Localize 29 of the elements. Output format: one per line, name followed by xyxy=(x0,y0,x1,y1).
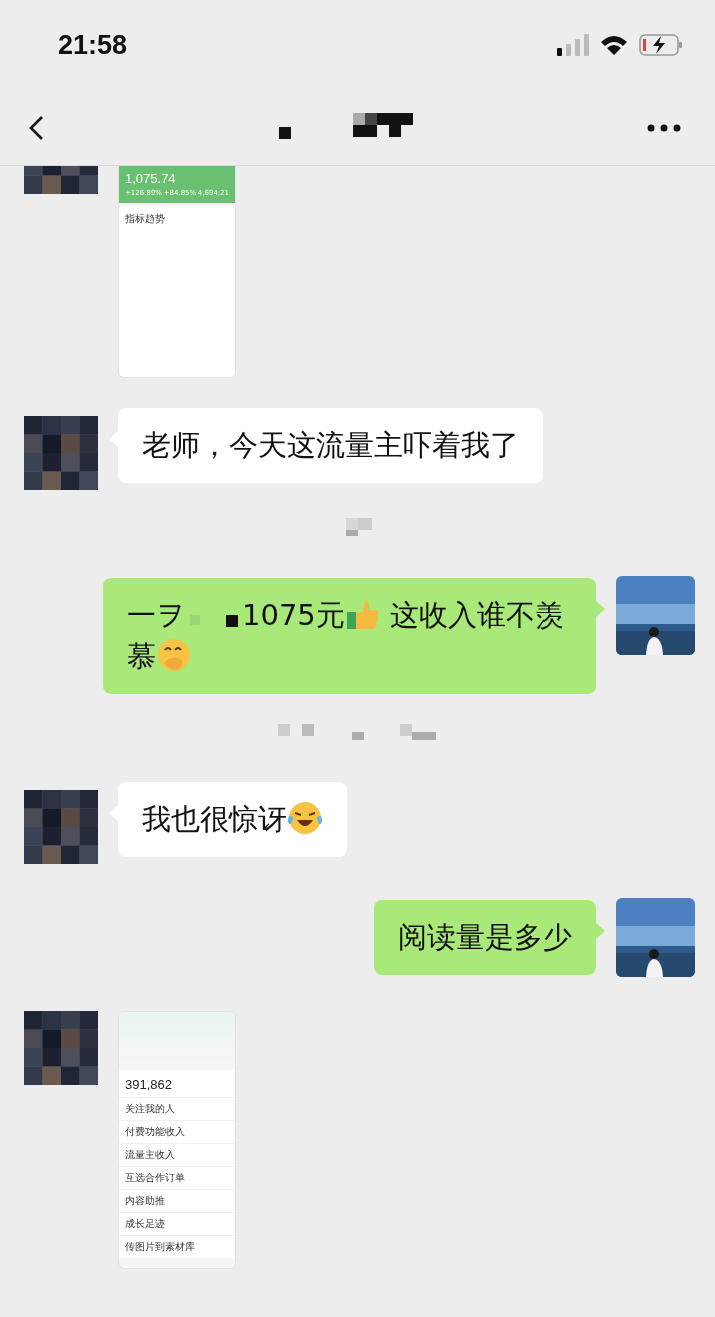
avatar[interactable] xyxy=(24,416,98,490)
section-title: 指标趋势 xyxy=(124,212,166,226)
status-time: 21:58 xyxy=(58,29,128,61)
menu-row: 关注我的人 xyxy=(119,1097,235,1120)
battery-icon xyxy=(639,34,683,56)
menu-row: 互选合作订单 xyxy=(119,1166,235,1189)
pixelated-mosaic xyxy=(190,613,238,627)
screenshot-thumbnail[interactable]: 391,862 关注我的人 付费功能收入 流量主收入 互选合作订单 内容助推 成长足迹 传图片到素材库 xyxy=(118,1011,236,1269)
laughing-face-icon xyxy=(287,800,323,836)
wifi-icon xyxy=(599,34,629,56)
message-text: 慕 xyxy=(127,639,156,673)
message-text: 阅读量是多少 xyxy=(398,920,572,954)
menu-row: 内容助推 xyxy=(119,1189,235,1212)
signal-icon xyxy=(557,34,589,56)
total-amount: 1,075.74 xyxy=(125,171,177,186)
avatar[interactable] xyxy=(24,790,98,864)
more-icon[interactable] xyxy=(647,123,681,132)
message-text: 我也很惊讶 xyxy=(142,802,287,836)
message-text: 这收入谁不羡 xyxy=(390,598,565,632)
total-amount: 391,862 xyxy=(125,1077,172,1092)
menu-row: 传图片到素材库 xyxy=(119,1235,235,1258)
message-text: 老师，今天这流量主吓着我了 xyxy=(142,428,519,462)
menu-row: 付费功能收入 xyxy=(119,1120,235,1143)
message-text: 一ヲ xyxy=(127,598,186,632)
menu-row: 成长足迹 xyxy=(119,1212,235,1235)
face-icon xyxy=(156,637,192,673)
avatar[interactable] xyxy=(24,1011,98,1085)
menu-row: 流量主收入 xyxy=(119,1143,235,1166)
message-text: 1075元 xyxy=(242,598,345,632)
